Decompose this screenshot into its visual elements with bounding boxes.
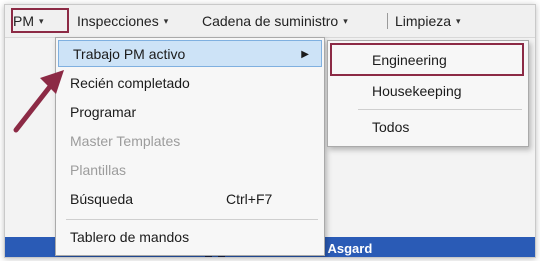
annotation-arrow-icon bbox=[13, 70, 64, 133]
